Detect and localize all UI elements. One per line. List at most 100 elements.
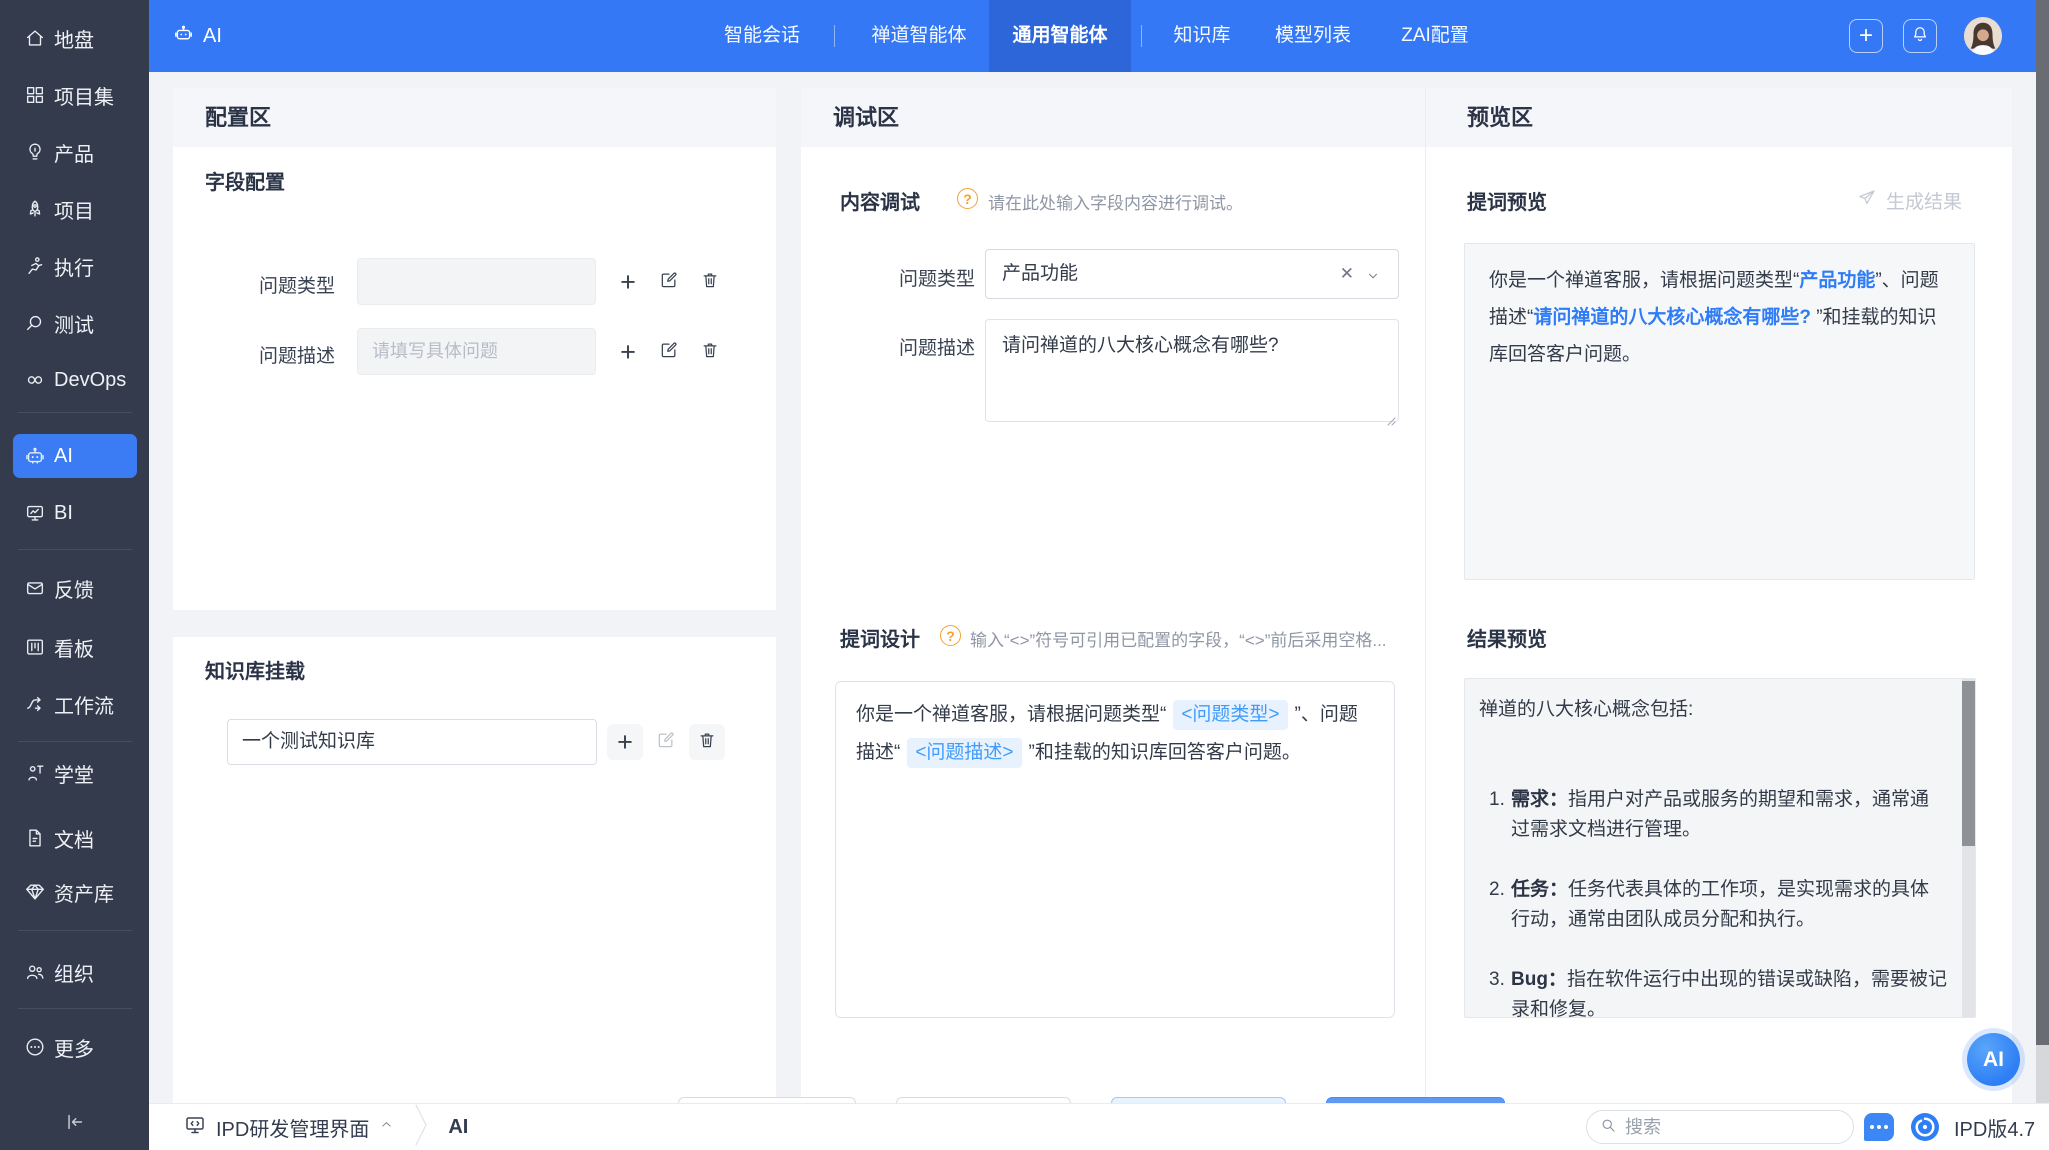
preview-type-value: 产品功能 bbox=[1799, 270, 1875, 291]
resize-handle-icon[interactable] bbox=[1384, 407, 1396, 419]
page-scrollbar-thumb[interactable] bbox=[2036, 0, 2049, 1045]
notification-button[interactable] bbox=[1903, 19, 1937, 53]
version-label: IPD版4.7 bbox=[1954, 1113, 2035, 1142]
sidebar-item-workflow[interactable]: 工作流 bbox=[0, 682, 149, 726]
sidebar-item-bi[interactable]: BI bbox=[0, 491, 149, 535]
sidebar-divider bbox=[18, 412, 132, 413]
field-row-label: 问题描述 bbox=[201, 341, 335, 368]
people-icon bbox=[24, 961, 46, 983]
tab-knowledge-base[interactable]: 知识库 bbox=[1170, 0, 1234, 72]
tab-divider bbox=[1141, 25, 1142, 47]
plus-icon: + bbox=[617, 727, 633, 757]
sidebar-item-kanban[interactable]: 看板 bbox=[0, 625, 149, 669]
result-scrollbar[interactable] bbox=[1962, 679, 1975, 1017]
tab-zai-config[interactable]: ZAI配置 bbox=[1392, 0, 1478, 72]
clear-icon[interactable]: ✕ bbox=[1340, 250, 1354, 298]
edit-field-button[interactable] bbox=[651, 264, 687, 300]
plus-icon: + bbox=[1859, 21, 1873, 51]
debug-desc-textarea[interactable]: 请问禅道的八大核心概念有哪些? bbox=[985, 319, 1399, 422]
collapse-icon bbox=[64, 1111, 86, 1138]
field-config-title: 字段配置 bbox=[205, 166, 285, 195]
question-circle-icon: ? bbox=[957, 188, 978, 209]
tab-zentao-agent[interactable]: 禅道智能体 bbox=[864, 0, 974, 72]
delete-field-button[interactable] bbox=[692, 264, 728, 300]
user-avatar[interactable] bbox=[1964, 17, 2002, 55]
home-icon bbox=[24, 27, 46, 49]
field-row-label: 问题类型 bbox=[201, 271, 335, 298]
result-preview-box: 禅道的八大核心概念包括: 1. 需求：指用户对产品或服务的期望和需求，通常通过需… bbox=[1464, 678, 1976, 1018]
add-field-button[interactable]: + bbox=[610, 334, 646, 370]
sidebar-item-product[interactable]: 产品 bbox=[0, 130, 149, 174]
sidebar-item-program[interactable]: 项目集 bbox=[0, 73, 149, 117]
teacher-icon bbox=[24, 762, 46, 784]
search-box[interactable] bbox=[1586, 1110, 1854, 1144]
sidebar-item-assets[interactable]: 资产库 bbox=[0, 870, 149, 914]
sidebar-divider bbox=[18, 741, 132, 742]
delete-field-button[interactable] bbox=[692, 334, 728, 370]
topbar: AI 智能会话 禅道智能体 通用智能体 知识库 模型列表 ZAI配置 + bbox=[149, 0, 2049, 72]
edit-field-button[interactable] bbox=[651, 334, 687, 370]
edit-kb-button[interactable] bbox=[648, 724, 684, 760]
field-desc-actions: + bbox=[610, 334, 728, 370]
add-kb-button[interactable]: + bbox=[607, 724, 643, 760]
result-list-item: 2. 任务：任务代表具体的工作项，是实现需求的具体行动，通常由团队成员分配和执行… bbox=[1479, 875, 1948, 935]
debug-type-select[interactable]: 产品功能 ✕ bbox=[985, 249, 1399, 299]
generate-result-button[interactable]: 生成结果 bbox=[1857, 187, 1962, 214]
add-field-button[interactable]: + bbox=[610, 264, 646, 300]
debug-type-label: 问题类型 bbox=[841, 264, 975, 291]
sidebar-item-feedback[interactable]: 反馈 bbox=[0, 566, 149, 610]
robot-icon bbox=[173, 23, 194, 50]
prompt-design-title: 提词设计 bbox=[840, 623, 920, 652]
sidebar-item-ai[interactable]: AI bbox=[13, 434, 137, 478]
prompt-design-editor[interactable]: 你是一个禅道客服，请根据问题类型“<问题类型>”、问题描述“<问题描述>”和挂载… bbox=[835, 681, 1395, 1018]
result-scrollbar-thumb[interactable] bbox=[1962, 681, 1975, 846]
config-panel-title: 配置区 bbox=[205, 88, 271, 147]
robot-icon bbox=[24, 445, 46, 467]
chevron-down-icon[interactable] bbox=[1366, 267, 1380, 289]
bell-icon bbox=[1910, 24, 1930, 49]
preview-desc-value: 请问禅道的八大核心概念有哪些? bbox=[1533, 307, 1811, 328]
tab-model-list[interactable]: 模型列表 bbox=[1267, 0, 1359, 72]
zentao-logo[interactable] bbox=[1909, 1111, 1941, 1143]
workspace-switcher[interactable]: IPD研发管理界面 bbox=[216, 1113, 369, 1142]
caret-up-icon[interactable] bbox=[379, 1117, 394, 1137]
result-content: 禅道的八大核心概念包括: 1. 需求：指用户对产品或服务的期望和需求，通常通过需… bbox=[1465, 679, 1962, 1018]
field-tag-chip[interactable]: <问题描述> bbox=[907, 738, 1021, 768]
sidebar-item-home[interactable]: 地盘 bbox=[0, 16, 149, 60]
app-root: 地盘 项目集 产品 项目 执行 测试 DevOps AI BI bbox=[0, 0, 2049, 1150]
kanban-icon bbox=[24, 636, 46, 658]
rocket-icon bbox=[24, 198, 46, 220]
more-icon bbox=[24, 1036, 46, 1058]
search-icon bbox=[1599, 1116, 1617, 1139]
sidebar-item-execution[interactable]: 执行 bbox=[0, 244, 149, 288]
sidebar-item-qa[interactable]: 测试 bbox=[0, 301, 149, 345]
kb-name-input[interactable]: 一个测试知识库 bbox=[227, 719, 597, 765]
sidebar-item-more[interactable]: 更多 bbox=[0, 1025, 149, 1069]
add-button[interactable]: + bbox=[1849, 19, 1883, 53]
sidebar-item-school[interactable]: 学堂 bbox=[0, 751, 149, 795]
tab-general-agent[interactable]: 通用智能体 bbox=[989, 0, 1131, 72]
preview-panel-title: 预览区 bbox=[1467, 88, 1533, 147]
sidebar-collapse-button[interactable] bbox=[55, 1108, 95, 1140]
ai-assistant-float-button[interactable]: AI bbox=[1967, 1033, 2020, 1086]
prompt-design-hint: 输入“<>”符号可引用已配置的字段，“<>”前后采用空格... bbox=[970, 626, 1392, 651]
plus-icon: + bbox=[620, 267, 636, 297]
screen-icon bbox=[183, 1113, 207, 1142]
sidebar-item-devops[interactable]: DevOps bbox=[0, 358, 149, 402]
field-type-input[interactable] bbox=[357, 258, 596, 305]
debug-panel-title: 调试区 bbox=[833, 88, 899, 147]
chat-bubble-button[interactable] bbox=[1864, 1113, 1894, 1141]
tab-smart-chat[interactable]: 智能会话 bbox=[716, 0, 808, 72]
field-tag-chip[interactable]: <问题类型> bbox=[1173, 700, 1287, 730]
delete-kb-button[interactable] bbox=[689, 724, 725, 760]
page-scrollbar[interactable] bbox=[2036, 0, 2049, 1103]
search-input[interactable] bbox=[1625, 1117, 1815, 1138]
field-desc-input[interactable]: 请填写具体问题 bbox=[357, 328, 596, 375]
trash-icon bbox=[697, 730, 717, 755]
sidebar-item-org[interactable]: 组织 bbox=[0, 950, 149, 994]
debug-preview-header: 调试区 预览区 bbox=[801, 88, 2012, 147]
sidebar-item-project[interactable]: 项目 bbox=[0, 187, 149, 231]
sidebar-item-doc[interactable]: 文档 bbox=[0, 816, 149, 860]
bi-chart-icon bbox=[24, 502, 46, 524]
lightbulb-icon bbox=[24, 141, 46, 163]
